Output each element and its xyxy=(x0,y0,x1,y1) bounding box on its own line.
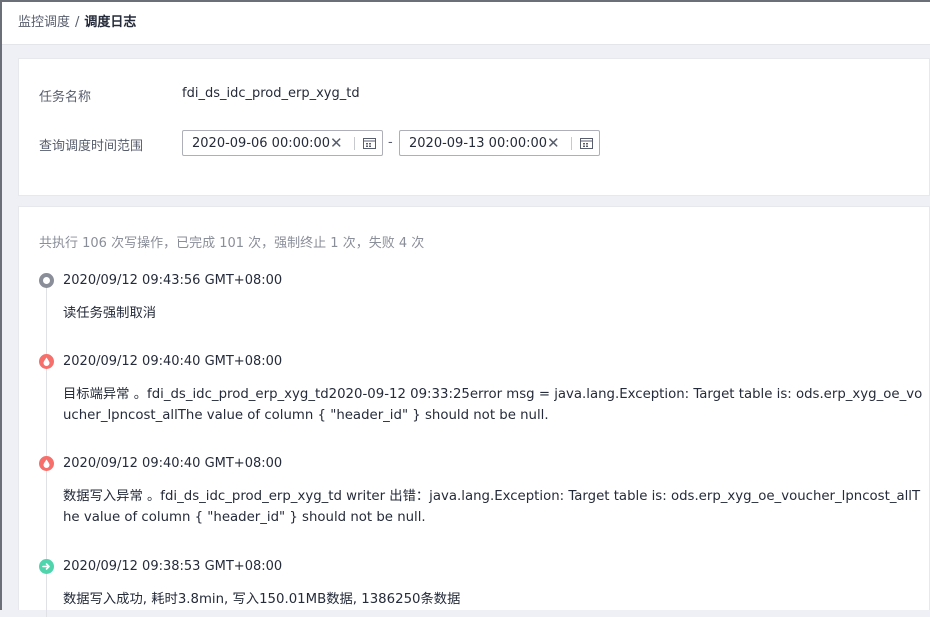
log-entry-message: 读任务强制取消 xyxy=(63,306,157,321)
end-date-picker[interactable]: 2020-09-13 00:00:00 ✕ xyxy=(399,130,600,156)
log-entry-time: 2020/09/12 09:40:40 GMT+08:00 xyxy=(63,456,283,471)
log-entry-message: 目标端异常 。fdi_ds_idc_prod_erp_xyg_td2020-09… xyxy=(63,387,923,423)
task-name-value: fdi_ds_idc_prod_erp_xyg_td xyxy=(182,86,360,101)
start-date-divider xyxy=(354,137,355,150)
breadcrumb-separator: / xyxy=(75,15,80,30)
clear-end-date-icon[interactable]: ✕ xyxy=(547,134,560,152)
error-drop-icon xyxy=(39,354,54,369)
calendar-icon[interactable] xyxy=(363,137,376,149)
log-entry-time: 2020/09/12 09:40:40 GMT+08:00 xyxy=(63,354,283,369)
success-arrow-icon xyxy=(39,559,54,574)
time-range-label: 查询调度时间范围 xyxy=(39,139,144,154)
cancel-dot-icon xyxy=(39,273,54,288)
breadcrumb: 监控调度 / 调度日志 xyxy=(2,2,930,45)
breadcrumb-current: 调度日志 xyxy=(84,15,137,30)
start-date-value: 2020-09-06 00:00:00 xyxy=(192,136,331,151)
execution-summary: 共执行 106 次写操作，已完成 101 次，强制终止 1 次，失败 4 次 xyxy=(39,236,425,251)
log-entry-time: 2020/09/12 09:38:53 GMT+08:00 xyxy=(63,559,283,574)
log-entry-time: 2020/09/12 09:43:56 GMT+08:00 xyxy=(63,273,283,288)
breadcrumb-parent-link[interactable]: 监控调度 xyxy=(18,15,70,30)
date-range-separator: - xyxy=(388,135,393,150)
schedule-log-panel: 共执行 106 次写操作，已完成 101 次，强制终止 1 次，失败 4 次 2… xyxy=(18,206,930,617)
filter-panel: 任务名称 fdi_ds_idc_prod_erp_xyg_td 查询调度时间范围… xyxy=(18,58,930,196)
end-date-value: 2020-09-13 00:00:00 xyxy=(409,136,548,151)
clear-start-date-icon[interactable]: ✕ xyxy=(330,134,343,152)
error-drop-icon xyxy=(39,456,54,471)
log-entry-message: 数据写入成功, 耗时3.8min, 写入150.01MB数据, 1386250条… xyxy=(63,592,461,607)
start-date-picker[interactable]: 2020-09-06 00:00:00 ✕ xyxy=(182,130,383,156)
calendar-icon[interactable] xyxy=(580,137,593,149)
end-date-divider xyxy=(571,137,572,150)
task-name-label: 任务名称 xyxy=(39,90,92,105)
log-entry-message: 数据写入异常 。fdi_ds_idc_prod_erp_xyg_td write… xyxy=(63,489,921,525)
